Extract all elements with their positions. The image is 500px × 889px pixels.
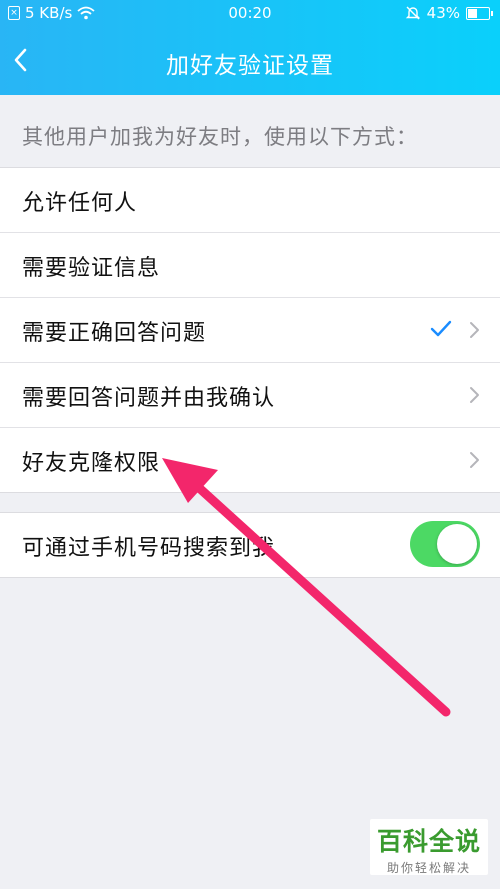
option-friend-clone-permission[interactable]: 好友克隆权限 xyxy=(0,428,500,492)
section-label: 其他用户加我为好友时，使用以下方式： xyxy=(22,125,418,149)
chevron-right-icon xyxy=(470,452,479,468)
option-label: 需要验证信息 xyxy=(22,256,161,281)
option-label: 需要回答问题并由我确认 xyxy=(22,386,276,411)
chevron-right-icon xyxy=(470,322,479,338)
chevron-right-icon xyxy=(470,387,479,403)
battery-icon xyxy=(466,6,493,20)
option-label: 允许任何人 xyxy=(22,191,138,216)
watermark-sub-text: 助你轻松解决 xyxy=(386,861,471,875)
verification-options-list: 允许任何人 需要验证信息 需要正确回答问题 需要回答问题并由我确认 好友克隆权限 xyxy=(0,167,500,493)
status-right: 43% xyxy=(405,4,493,22)
option-label: 需要正确回答问题 xyxy=(22,321,207,346)
option-answer-and-confirm[interactable]: 需要回答问题并由我确认 xyxy=(0,363,500,428)
title-bar: 加好友验证设置 xyxy=(0,28,500,95)
battery-fill xyxy=(468,8,478,18)
watermark-logo: 百科全说 助你轻松解决 xyxy=(370,819,488,875)
toggle-knob xyxy=(437,524,477,564)
option-label: 好友克隆权限 xyxy=(22,451,161,476)
watermark-main-text: 百科全说 xyxy=(376,827,481,856)
page-title: 加好友验证设置 xyxy=(166,53,334,79)
alarm-off-icon xyxy=(405,6,420,20)
option-require-verification-message[interactable]: 需要验证信息 xyxy=(0,233,500,298)
phone-search-toggle[interactable] xyxy=(410,521,480,567)
phone-search-row: 可通过手机号码搜索到我 xyxy=(0,512,500,578)
option-allow-anyone[interactable]: 允许任何人 xyxy=(0,168,500,233)
option-require-correct-answer[interactable]: 需要正确回答问题 xyxy=(0,298,500,363)
phone-search-label: 可通过手机号码搜索到我 xyxy=(22,536,276,561)
app-header: × 5 KB/s 00:20 43% 加好友验证设置 xyxy=(0,0,500,95)
checkmark-icon xyxy=(430,320,452,337)
section-header: 其他用户加我为好友时，使用以下方式： xyxy=(0,95,500,167)
status-bar: × 5 KB/s 00:20 43% xyxy=(0,0,500,28)
battery-percent: 43% xyxy=(426,4,460,22)
